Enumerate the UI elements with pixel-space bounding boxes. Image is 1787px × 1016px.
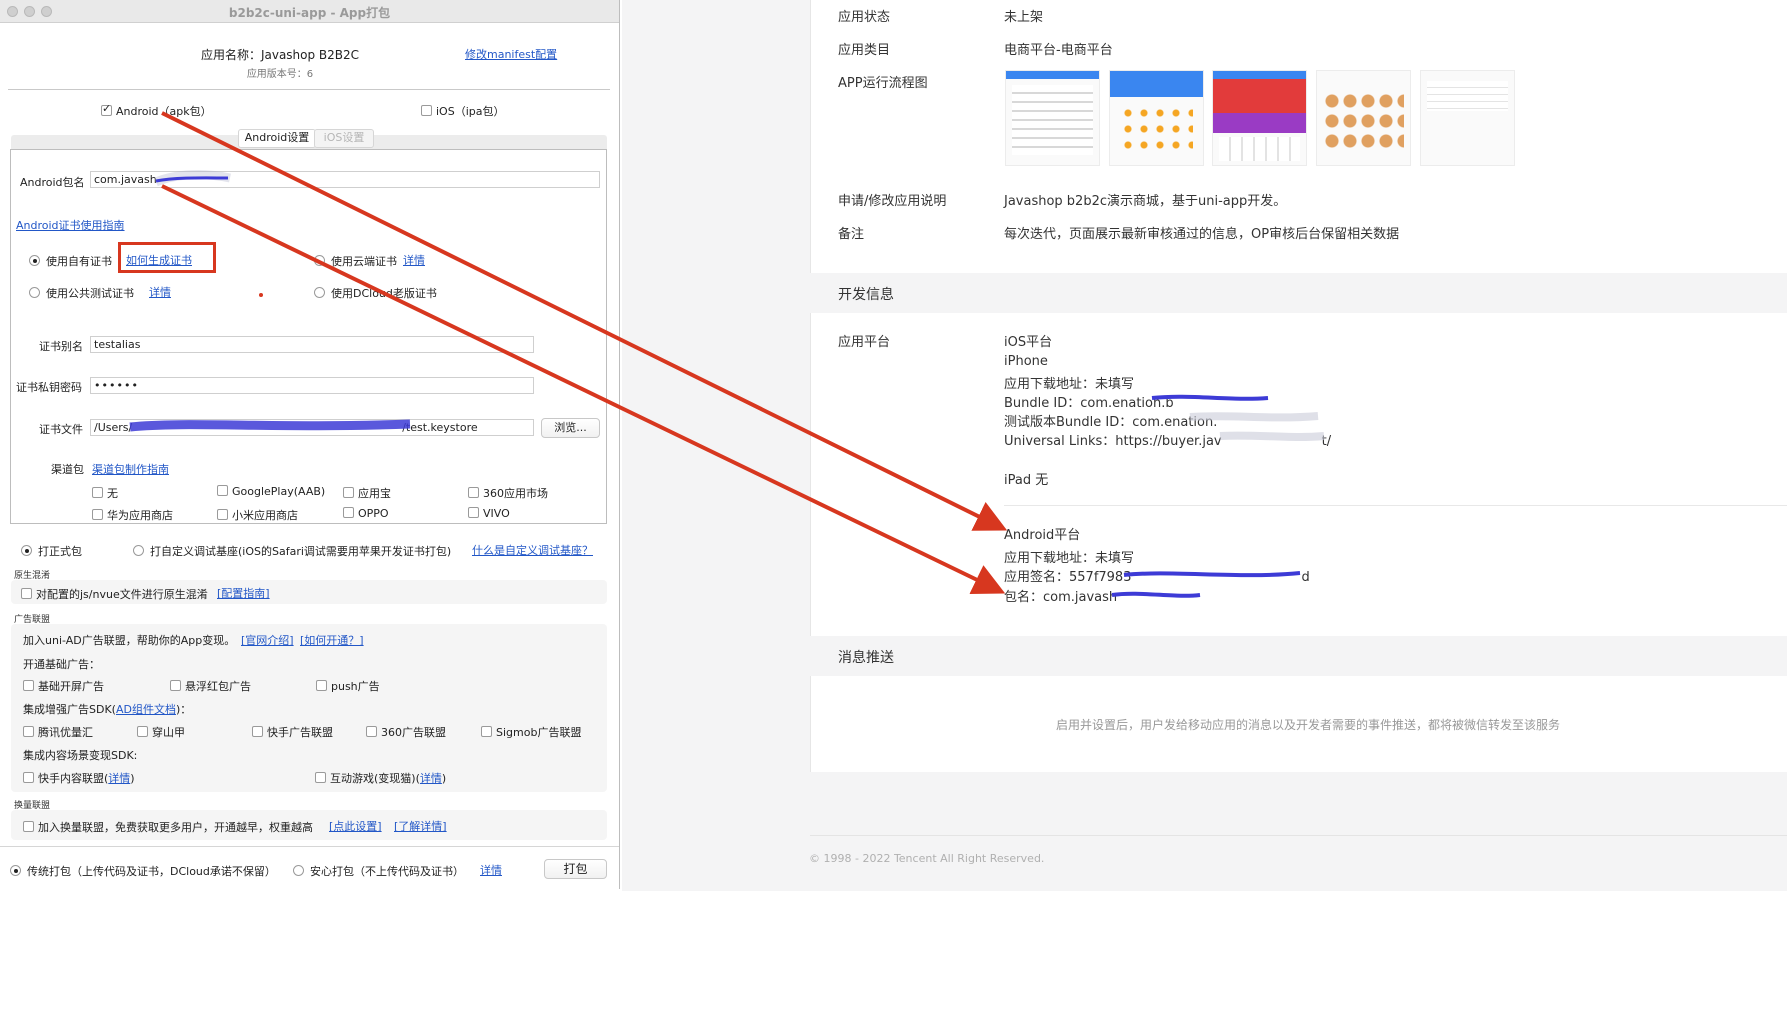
package-value-redaction-scribble (1111, 591, 1201, 598)
links-redaction-scribble (1219, 431, 1325, 441)
arrow-android-to-platform (161, 111, 1008, 531)
test-bundle-redaction-scribble (1189, 412, 1319, 422)
annotation-overlay (161, 111, 1325, 598)
bundle-redaction-scribble (1151, 394, 1269, 401)
signature-redaction-scribble (1123, 571, 1301, 578)
arrow-package-to-package (161, 184, 1006, 594)
